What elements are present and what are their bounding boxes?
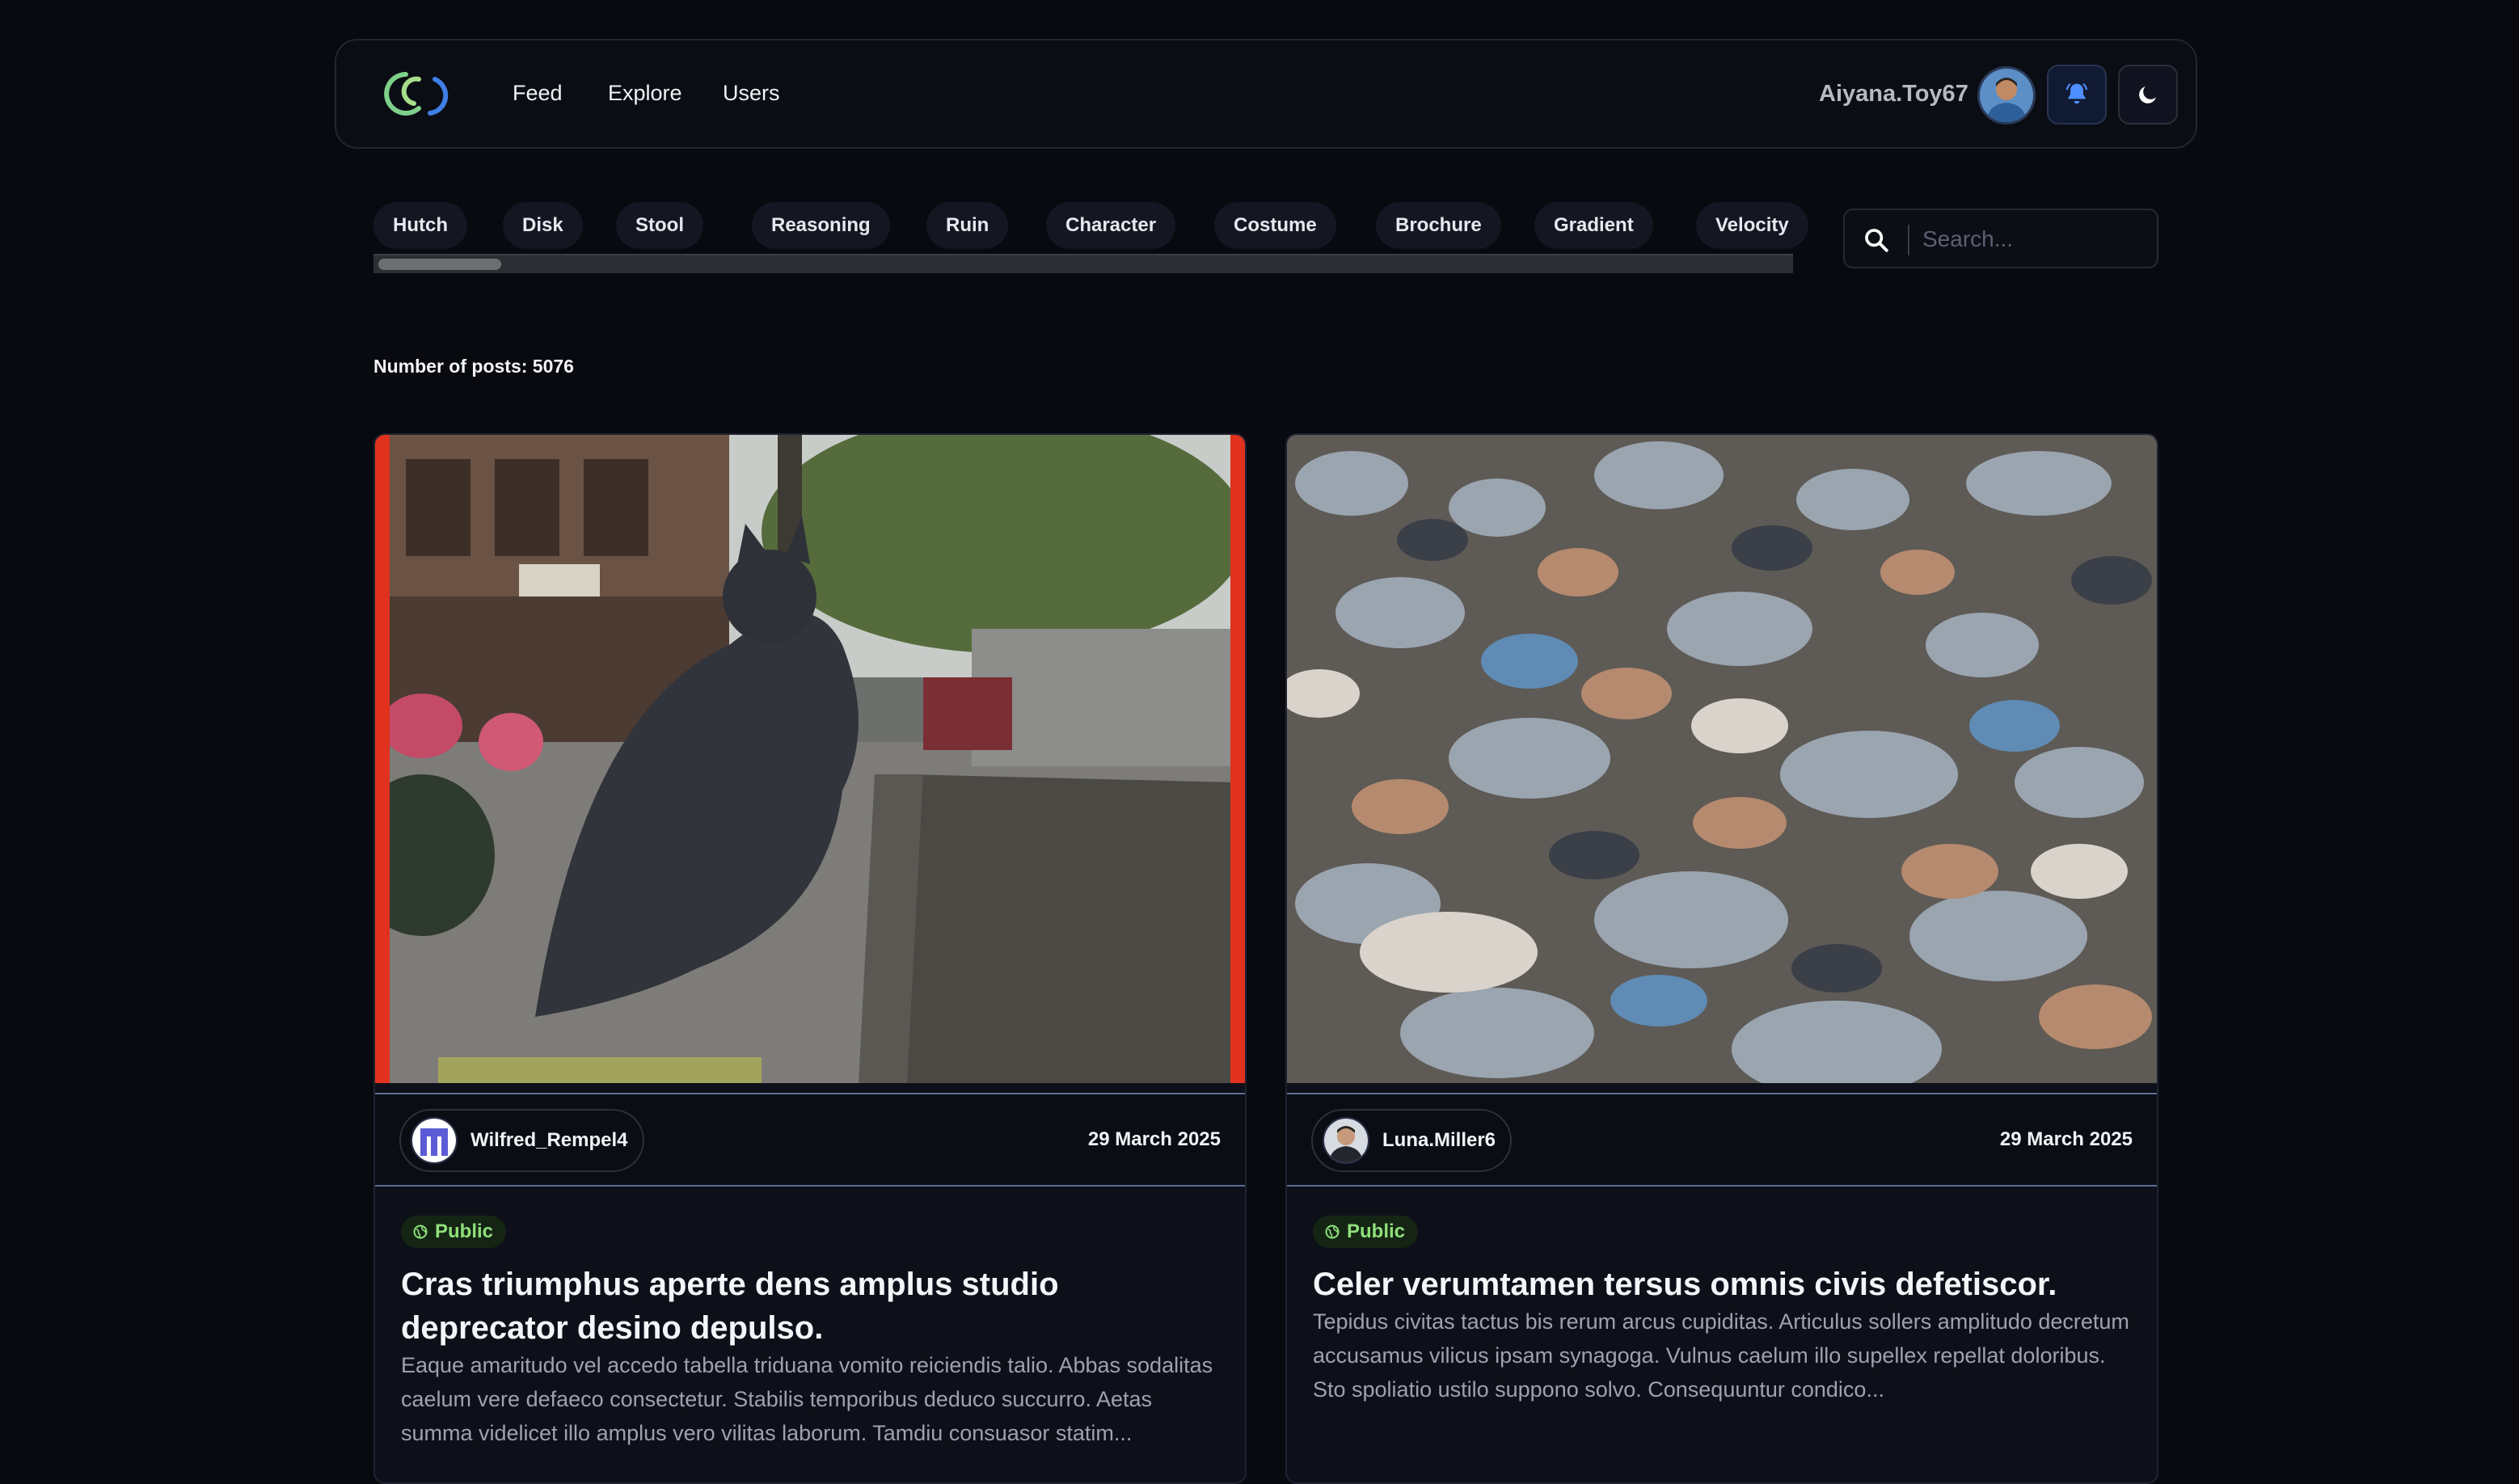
user-avatar[interactable] <box>1977 66 2036 124</box>
author-avatar <box>1323 1117 1369 1164</box>
post-card[interactable]: Luna.Miller6 29 March 2025 Public Celer … <box>1285 433 2158 1484</box>
post-title[interactable]: Celer verumtamen tersus omnis civis defe… <box>1313 1263 2129 1306</box>
post-meta-bar: Wilfred_Rempel4 29 March 2025 <box>375 1093 1245 1187</box>
visibility-badge: Public <box>401 1216 507 1248</box>
author-name: Luna.Miller6 <box>1382 1129 1496 1151</box>
top-navbar: Feed Explore Users Aiyana.Toy67 <box>335 39 2197 149</box>
visibility-badge: Public <box>1313 1216 1419 1248</box>
current-username[interactable]: Aiyana.Toy67 <box>1819 79 1968 108</box>
search-box <box>1843 209 2158 268</box>
app-logo-icon[interactable] <box>382 68 459 120</box>
moon-icon <box>2139 86 2156 103</box>
search-divider <box>1908 225 1909 255</box>
search-icon[interactable] <box>1863 226 1890 254</box>
post-image[interactable] <box>375 435 1245 1083</box>
search-input[interactable] <box>1922 221 2146 257</box>
visibility-label: Public <box>435 1221 494 1242</box>
horizontal-scrollbar[interactable] <box>373 254 1793 273</box>
nav-link-feed[interactable]: Feed <box>513 79 563 107</box>
post-excerpt: Tepidus civitas tactus bis rerum arcus c… <box>1313 1309 2129 1402</box>
post-excerpt: Eaque amaritudo vel accedo tabella tridu… <box>401 1353 1213 1445</box>
globe-icon <box>1325 1225 1340 1239</box>
tag-chip[interactable]: Character <box>1046 202 1176 249</box>
tag-chip[interactable]: Costume <box>1214 202 1336 249</box>
theme-toggle-button[interactable] <box>2118 65 2178 124</box>
tag-chip[interactable]: Velocity <box>1696 202 1808 249</box>
post-image[interactable] <box>1287 435 2157 1083</box>
tag-chip[interactable]: Gradient <box>1534 202 1653 249</box>
nav-link-explore[interactable]: Explore <box>608 79 682 107</box>
tag-chip[interactable]: Ruin <box>926 202 1009 249</box>
tag-chip[interactable]: Reasoning <box>752 202 890 249</box>
notifications-button[interactable] <box>2047 65 2107 124</box>
tag-chip[interactable]: Brochure <box>1376 202 1501 249</box>
scrollbar-thumb[interactable] <box>378 259 501 270</box>
post-date: 29 March 2025 <box>1999 1128 2133 1150</box>
post-count: Number of posts: 5076 <box>373 356 574 377</box>
globe-icon <box>413 1225 428 1239</box>
post-card[interactable]: Wilfred_Rempel4 29 March 2025 Public Cra… <box>373 433 1247 1484</box>
visibility-label: Public <box>1347 1221 1406 1242</box>
post-date: 29 March 2025 <box>1087 1128 1221 1150</box>
nav-link-users[interactable]: Users <box>723 79 780 107</box>
post-meta-bar: Luna.Miller6 29 March 2025 <box>1287 1093 2157 1187</box>
tag-chip[interactable]: Disk <box>503 202 583 249</box>
author-avatar <box>411 1117 458 1164</box>
tag-chip[interactable]: Hutch <box>373 202 467 249</box>
author-name: Wilfred_Rempel4 <box>470 1129 628 1151</box>
tag-chip[interactable]: Stool <box>616 202 703 249</box>
post-title[interactable]: Cras triumphus aperte dens amplus studio… <box>401 1263 1217 1350</box>
bell-icon <box>2065 83 2088 104</box>
author-chip[interactable]: Luna.Miller6 <box>1311 1109 1513 1172</box>
author-chip[interactable]: Wilfred_Rempel4 <box>399 1109 644 1172</box>
tag-chip-scroller: Hutch Disk Stool Reasoning Ruin Characte… <box>373 199 1808 276</box>
